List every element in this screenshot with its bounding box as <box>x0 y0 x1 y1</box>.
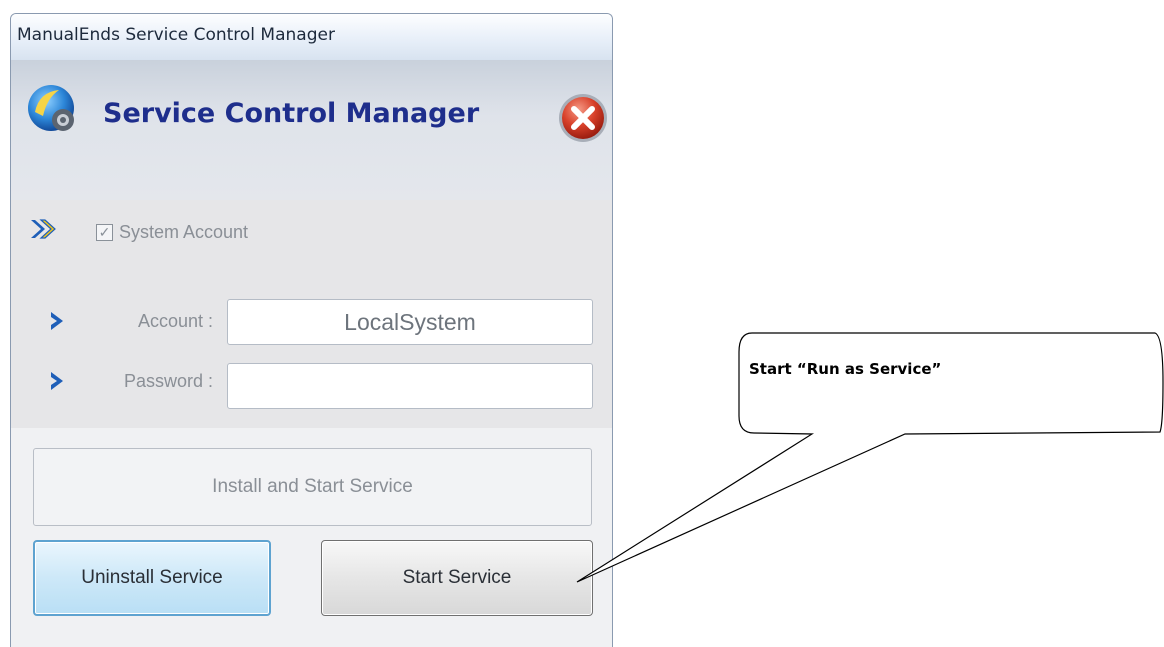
service-app-icon <box>28 85 74 131</box>
system-account-checkbox[interactable]: ✓ System Account <box>96 219 248 245</box>
window-title: ManualEnds Service Control Manager <box>17 25 335 45</box>
chevron-right-icon <box>51 312 63 330</box>
double-chevron-icon <box>31 219 56 239</box>
chevron-right-icon <box>51 372 63 390</box>
title-bar: ManualEnds Service Control Manager <box>11 14 612 61</box>
service-control-window: ManualEnds Service Control Manager Servi… <box>10 13 613 647</box>
password-label: Password : <box>123 371 213 391</box>
start-service-button[interactable]: Start Service <box>321 540 593 616</box>
check-icon[interactable]: ✓ <box>96 223 113 241</box>
system-account-label: System Account <box>119 221 249 242</box>
callout-text: Start “Run as Service” <box>749 360 942 378</box>
uninstall-service-button[interactable]: Uninstall Service <box>33 540 271 616</box>
password-input[interactable] <box>227 363 593 409</box>
account-panel: ✓ System Account Account : Password : <box>11 200 612 428</box>
account-label: Account : <box>137 311 213 331</box>
header-banner: Service Control Manager <box>11 60 612 200</box>
close-icon[interactable] <box>557 92 609 144</box>
account-input[interactable] <box>227 299 593 345</box>
actions-panel: Install and Start Service Uninstall Serv… <box>11 428 612 647</box>
header-title: Service Control Manager <box>103 98 480 129</box>
install-and-start-service-button[interactable]: Install and Start Service <box>33 448 592 526</box>
